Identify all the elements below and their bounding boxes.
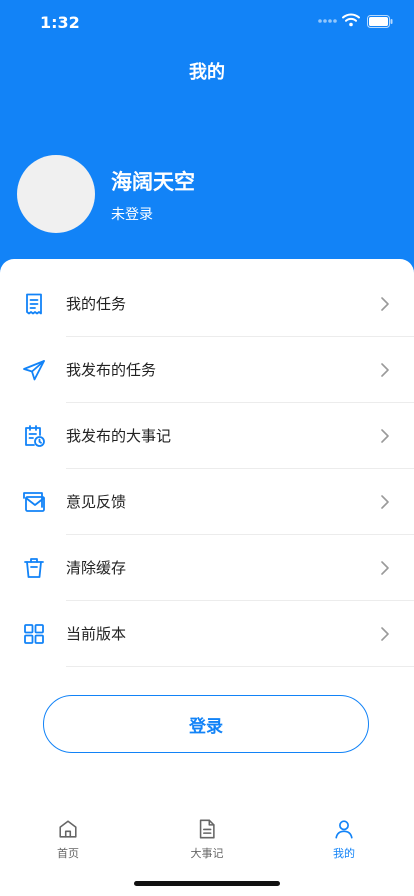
status-time: 1:32	[40, 13, 80, 32]
trash-icon	[24, 558, 44, 578]
home-icon	[59, 820, 77, 838]
menu-item-current-version[interactable]: 当前版本	[0, 601, 414, 667]
menu-item-feedback[interactable]: 意见反馈	[0, 469, 414, 535]
battery-icon	[367, 15, 393, 28]
tab-label: 我的	[333, 847, 355, 860]
status-bar: 1:32	[0, 0, 414, 44]
wifi-icon	[342, 13, 360, 27]
menu-item-label: 当前版本	[66, 625, 127, 643]
tab-mine[interactable]: 我的	[304, 818, 384, 868]
document-icon	[199, 819, 215, 839]
tab-home[interactable]: 首页	[28, 818, 108, 868]
receipt-icon	[26, 293, 42, 315]
chevron-right-icon	[381, 363, 389, 377]
envelope-icon	[23, 492, 45, 512]
tab-label: 首页	[57, 847, 79, 860]
grid-icon	[24, 624, 44, 644]
menu-item-my-tasks[interactable]: 我的任务	[0, 271, 414, 337]
chevron-right-icon	[381, 429, 389, 443]
tab-bar: 首页 大事记 我的	[0, 806, 414, 876]
chevron-right-icon	[381, 297, 389, 311]
menu-item-label: 我发布的大事记	[66, 427, 172, 445]
login-button[interactable]: 登录	[43, 695, 369, 753]
menu-item-published-events[interactable]: 我发布的大事记	[0, 403, 414, 469]
page-title: 我的	[189, 62, 225, 83]
user-icon	[335, 820, 353, 839]
divider	[66, 666, 414, 667]
menu-item-label: 我的任务	[66, 295, 127, 313]
menu-card: 我的任务 我发布的任务 我发布的大事记 意见反馈 清除缓存 当前版本	[0, 259, 414, 896]
signal-dots-icon	[318, 19, 337, 23]
menu-item-label: 意见反馈	[66, 493, 127, 511]
login-status: 未登录	[111, 207, 153, 223]
calendar-clock-icon	[25, 425, 45, 447]
paper-plane-icon	[23, 360, 45, 381]
menu-item-clear-cache[interactable]: 清除缓存	[0, 535, 414, 601]
tab-events[interactable]: 大事记	[167, 818, 247, 868]
chevron-right-icon	[381, 561, 389, 575]
user-name: 海阔天空	[111, 170, 195, 194]
chevron-right-icon	[381, 495, 389, 509]
menu-list: 我的任务 我发布的任务 我发布的大事记 意见反馈 清除缓存 当前版本	[0, 271, 414, 667]
menu-item-published-tasks[interactable]: 我发布的任务	[0, 337, 414, 403]
chevron-right-icon	[381, 627, 389, 641]
home-indicator	[134, 881, 280, 886]
menu-item-label: 我发布的任务	[66, 361, 157, 379]
menu-item-label: 清除缓存	[66, 559, 127, 577]
avatar[interactable]	[17, 155, 95, 233]
tab-label: 大事记	[190, 847, 224, 860]
